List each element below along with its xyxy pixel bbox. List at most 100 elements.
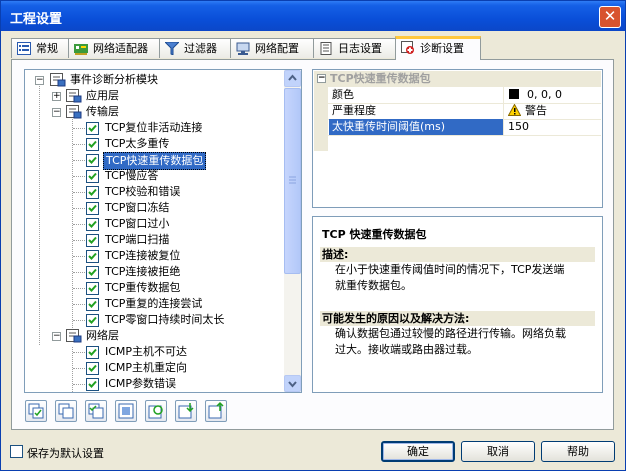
tab-label: 网络适配器 xyxy=(93,42,148,55)
tree-item-checkbox[interactable] xyxy=(86,186,99,199)
export-button[interactable] xyxy=(205,400,227,422)
uncheck-all-button[interactable] xyxy=(55,400,77,422)
scroll-thumb[interactable] xyxy=(284,88,301,274)
property-value[interactable]: 警告 xyxy=(505,103,604,119)
tree-item-label: TCP校验和错误 xyxy=(105,185,181,198)
collapse-icon[interactable]: − xyxy=(35,76,44,85)
title-bar[interactable]: 工程设置 ✕ xyxy=(1,1,625,31)
tab-label: 网络配置 xyxy=(255,42,299,55)
tree-item[interactable]: TCP快速重传数据包 xyxy=(30,152,280,170)
tree-item-checkbox[interactable] xyxy=(86,202,99,215)
collapse-icon[interactable]: − xyxy=(52,108,61,117)
cause-line: 过大。接收端或路由器过载。 xyxy=(335,343,478,356)
save-default-label[interactable]: 保存为默认设置 xyxy=(27,445,104,461)
property-value[interactable]: 0, 0, 0 xyxy=(505,87,604,103)
tree-item-checkbox[interactable] xyxy=(86,362,99,375)
module-icon xyxy=(50,73,66,87)
tree-item-label: TCP连接被拒绝 xyxy=(105,265,181,278)
network-config-icon xyxy=(236,42,250,55)
expand-icon[interactable]: + xyxy=(52,92,61,101)
tree-scrollbar[interactable] xyxy=(284,70,301,392)
ok-button[interactable]: 确定 xyxy=(381,441,455,462)
help-button[interactable]: 帮助 xyxy=(541,441,615,462)
tree-item-label: TCP窗口过小 xyxy=(105,217,170,230)
tree-item[interactable]: TCP重复的连接尝试 xyxy=(30,296,280,312)
tree-item-checkbox[interactable] xyxy=(86,378,99,391)
event-tree[interactable]: − 事件诊断分析模块 + 应用层 − 传输层 TCP复位非活动连接 TCP太多重传… xyxy=(24,69,302,393)
tree-item[interactable]: TCP零窗口持续时间太长 xyxy=(30,312,280,328)
tree-item-checkbox[interactable] xyxy=(86,314,99,327)
tree-item-checkbox[interactable] xyxy=(86,282,99,295)
tree-item[interactable]: ICMP主机不可达 xyxy=(30,344,280,360)
cause-text: 确认数据包通过较慢的路径进行传输。网络负载 过大。接收端或路由器过载。 xyxy=(335,326,595,358)
tab-filter[interactable]: 过滤器 xyxy=(159,38,231,58)
tree-item-label: TCP端口扫描 xyxy=(105,233,170,246)
tree-item[interactable]: TCP端口扫描 xyxy=(30,232,280,248)
tree-item-checkbox[interactable] xyxy=(86,170,99,183)
save-default-checkbox[interactable] xyxy=(10,445,23,458)
tree-item[interactable]: TCP窗口冻结 xyxy=(30,200,280,216)
tab-network-config[interactable]: 网络配置 xyxy=(230,38,314,58)
window-title: 工程设置 xyxy=(10,12,63,27)
properties-button[interactable] xyxy=(115,400,137,422)
cause-heading: 可能发生的原因以及解决方法: xyxy=(320,311,595,326)
cancel-button[interactable]: 取消 xyxy=(461,441,535,462)
description-text: 在小于快速重传阈值时间的情况下，TCP发送端 就重传数据包。 xyxy=(335,262,595,294)
tree-node-transport-layer[interactable]: − 传输层 xyxy=(30,104,280,120)
property-row-severity[interactable]: 严重程度 警告 xyxy=(314,103,601,120)
tree-item-checkbox[interactable] xyxy=(86,250,99,263)
scroll-up-button[interactable] xyxy=(284,70,301,87)
tab-network-adapter[interactable]: 网络适配器 xyxy=(68,38,160,58)
property-grid[interactable]: − TCP快速重传数据包 颜色 0, 0, 0 严重程度 警告 太快重传时间阈值… xyxy=(312,69,603,208)
tree-item[interactable]: TCP连接被复位 xyxy=(30,248,280,264)
tree-node-network-layer[interactable]: − 网络层 xyxy=(30,328,280,344)
severity-value: 警告 xyxy=(525,104,547,117)
tree-item[interactable]: TCP重传数据包 xyxy=(30,280,280,296)
tree-item-checkbox[interactable] xyxy=(86,154,99,167)
tree-node-app-layer[interactable]: + 应用层 xyxy=(30,88,280,104)
tree-item-checkbox[interactable] xyxy=(86,122,99,135)
tree-item-checkbox[interactable] xyxy=(86,266,99,279)
color-value: 0, 0, 0 xyxy=(527,88,562,101)
tab-general[interactable]: 常规 xyxy=(11,38,69,58)
invert-check-button[interactable] xyxy=(85,400,107,422)
description-panel: TCP 快速重传数据包 描述: 在小于快速重传阈值时间的情况下，TCP发送端 就… xyxy=(312,216,603,393)
collapse-icon[interactable]: − xyxy=(52,332,61,341)
tree-item-checkbox[interactable] xyxy=(86,346,99,359)
tree-item-checkbox[interactable] xyxy=(86,298,99,311)
tree-item-label: TCP慢应答 xyxy=(105,169,159,182)
tree-node-root[interactable]: − 事件诊断分析模块 xyxy=(30,72,280,88)
tree-item-label: TCP零窗口持续时间太长 xyxy=(105,313,225,326)
tree-item-checkbox[interactable] xyxy=(86,218,99,231)
layer-icon xyxy=(66,329,82,343)
diagnosis-icon xyxy=(401,41,415,54)
tree-item[interactable]: TCP连接被拒绝 xyxy=(30,264,280,280)
tree-item[interactable]: TCP窗口过小 xyxy=(30,216,280,232)
property-group-header[interactable]: − TCP快速重传数据包 xyxy=(314,71,601,87)
tab-diagnosis-settings[interactable]: 诊断设置 xyxy=(395,36,481,60)
tree-item[interactable]: TCP校验和错误 xyxy=(30,184,280,200)
tree-item[interactable]: TCP慢应答 xyxy=(30,168,280,184)
property-group-title: TCP快速重传数据包 xyxy=(330,72,431,85)
scroll-down-button[interactable] xyxy=(284,375,301,392)
property-value[interactable]: 150 xyxy=(505,119,604,135)
tree-label: 网络层 xyxy=(86,329,119,342)
refresh-button[interactable] xyxy=(145,400,167,422)
close-button[interactable]: ✕ xyxy=(599,6,621,28)
network-card-icon xyxy=(74,42,88,55)
tree-item[interactable]: TCP太多重传 xyxy=(30,136,280,152)
tree-item-label: ICMP主机不可达 xyxy=(105,345,188,358)
property-row-threshold[interactable]: 太快重传时间阈值(ms) 150 xyxy=(314,119,601,136)
property-row-color[interactable]: 颜色 0, 0, 0 xyxy=(314,87,601,104)
check-all-button[interactable] xyxy=(25,400,47,422)
tree-item-checkbox[interactable] xyxy=(86,138,99,151)
tab-log-settings[interactable]: 日志设置 xyxy=(313,38,396,58)
tree-item-checkbox[interactable] xyxy=(86,234,99,247)
tree-label: 传输层 xyxy=(86,105,119,118)
property-name: 太快重传时间阈值(ms) xyxy=(329,119,504,135)
import-button[interactable] xyxy=(175,400,197,422)
tree-item[interactable]: ICMP参数错误 xyxy=(30,376,280,392)
tree-item[interactable]: ICMP主机重定向 xyxy=(30,360,280,376)
tree-item[interactable]: TCP复位非活动连接 xyxy=(30,120,280,136)
collapse-icon[interactable]: − xyxy=(317,74,326,83)
